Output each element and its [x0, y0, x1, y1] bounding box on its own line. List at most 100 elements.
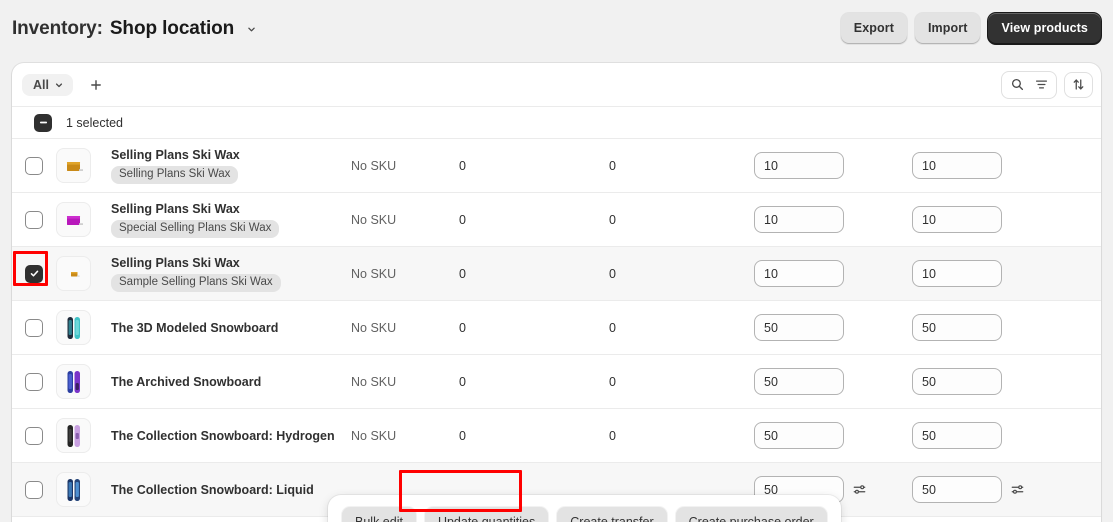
product-name: Selling Plans Ski Wax [111, 202, 240, 216]
variant-badge: Sample Selling Plans Ski Wax [111, 274, 281, 292]
on-hand-cell [912, 476, 1072, 503]
tab-bar: All [12, 63, 1101, 107]
unavailable-cell: 0 [459, 212, 466, 227]
on-hand-input[interactable] [912, 206, 1002, 233]
committed-cell: 0 [609, 428, 616, 443]
tab-bar-tools [1001, 70, 1093, 99]
on-hand-cell [912, 368, 1072, 395]
on-hand-input[interactable] [912, 152, 1002, 179]
sku-cell: No SKU [351, 212, 397, 227]
row-checkbox-cell [12, 264, 56, 283]
row-thumbnail-cell [56, 202, 98, 237]
on-hand-cell [912, 206, 1072, 233]
row-thumbnail-cell [56, 418, 98, 453]
row-thumbnail-cell [56, 256, 98, 291]
sku-cell: No SKU [351, 158, 397, 173]
export-button[interactable]: Export [840, 13, 907, 44]
row-checkbox[interactable] [25, 156, 43, 175]
table-row[interactable]: Selling Plans Ski Wax Special Selling Pl… [12, 193, 1101, 247]
row-thumbnail-cell [56, 148, 98, 183]
search-icon[interactable] [1006, 75, 1028, 95]
row-thumbnail-cell [56, 310, 98, 345]
row-checkbox[interactable] [25, 426, 43, 445]
row-checkbox[interactable] [25, 480, 43, 499]
product-thumbnail [56, 472, 91, 507]
table-row-selected[interactable]: Selling Plans Ski Wax Sample Selling Pla… [12, 247, 1101, 301]
committed-cell: 0 [609, 266, 616, 281]
product-name: The Collection Snowboard: Liquid [111, 482, 314, 497]
table-row[interactable]: The 3D Modeled Snowboard No SKU 0 0 [12, 301, 1101, 355]
page-title-location: Shop location [109, 17, 235, 39]
chevron-down-icon[interactable] [241, 19, 261, 39]
unavailable-cell: 0 [459, 428, 466, 443]
sort-arrows-icon[interactable] [1064, 71, 1093, 98]
on-hand-input[interactable] [912, 422, 1002, 449]
product-name: Selling Plans Ski Wax [111, 256, 240, 270]
chevron-down-icon[interactable] [53, 79, 65, 91]
adjust-sliders-icon[interactable] [852, 482, 867, 497]
row-title-cell: Selling Plans Ski Wax Sample Selling Pla… [98, 255, 351, 292]
row-title-cell: The Collection Snowboard: Liquid [98, 482, 351, 498]
row-checkbox[interactable] [25, 210, 43, 229]
row-thumbnail-cell [56, 364, 98, 399]
import-button[interactable]: Import [914, 13, 981, 44]
on-hand-input[interactable] [912, 260, 1002, 287]
page-header: Inventory: Shop location Export Import V… [0, 0, 1113, 57]
product-name: The 3D Modeled Snowboard [111, 320, 279, 335]
adjust-sliders-icon[interactable] [1010, 482, 1025, 497]
on-hand-input[interactable] [912, 476, 1002, 503]
committed-cell: 0 [609, 374, 616, 389]
on-hand-cell [912, 152, 1072, 179]
table-row[interactable]: Selling Plans Ski Wax Selling Plans Ski … [12, 139, 1101, 193]
available-input[interactable] [754, 422, 844, 449]
create-purchase-order-button[interactable]: Create purchase order [675, 507, 827, 522]
create-transfer-button[interactable]: Create transfer [557, 507, 667, 522]
table-row[interactable]: The Archived Snowboard No SKU 0 0 [12, 355, 1101, 409]
committed-cell: 0 [609, 212, 616, 227]
page-title: Inventory: Shop location [12, 17, 261, 40]
header-actions: Export Import View products [840, 13, 1101, 44]
available-cell [754, 368, 912, 395]
product-thumbnail [56, 310, 91, 345]
on-hand-input[interactable] [912, 314, 1002, 341]
available-input[interactable] [754, 368, 844, 395]
product-thumbnail [56, 418, 91, 453]
row-checkbox-checked[interactable] [25, 264, 43, 283]
inventory-page: Inventory: Shop location Export Import V… [0, 0, 1113, 522]
unavailable-cell: 0 [459, 320, 466, 335]
on-hand-input[interactable] [912, 368, 1002, 395]
row-checkbox[interactable] [25, 372, 43, 391]
row-title-cell: Selling Plans Ski Wax Special Selling Pl… [98, 201, 351, 238]
sku-cell: No SKU [351, 320, 397, 335]
view-products-button[interactable]: View products [988, 13, 1101, 44]
row-checkbox-cell [12, 372, 56, 391]
row-thumbnail-cell [56, 472, 98, 507]
product-thumbnail [56, 364, 91, 399]
selection-count-label: 1 selected [66, 115, 123, 130]
filter-icon[interactable] [1030, 75, 1052, 95]
bulk-edit-button[interactable]: Bulk edit [342, 507, 416, 522]
selection-bar: 1 selected [12, 107, 1101, 139]
table-row[interactable]: The Collection Snowboard: Hydrogen No SK… [12, 409, 1101, 463]
row-checkbox-cell [12, 156, 56, 175]
tab-all[interactable]: All [22, 73, 73, 96]
on-hand-cell [912, 314, 1072, 341]
row-title-cell: The 3D Modeled Snowboard [98, 320, 351, 336]
row-title-cell: The Archived Snowboard [98, 374, 351, 390]
bulk-action-bar: Bulk edit Update quantities Create trans… [328, 495, 841, 522]
update-quantities-button[interactable]: Update quantities [424, 507, 549, 522]
available-input[interactable] [754, 206, 844, 233]
search-filter-group [1001, 70, 1057, 99]
available-input[interactable] [754, 152, 844, 179]
available-cell [754, 260, 912, 287]
add-view-button[interactable] [83, 72, 109, 98]
available-cell [754, 422, 912, 449]
inventory-card: All 1 selected Selling Plans Ski Wax Sel… [12, 63, 1101, 522]
select-all-checkbox[interactable] [34, 113, 52, 132]
available-input[interactable] [754, 260, 844, 287]
row-checkbox[interactable] [25, 318, 43, 337]
row-checkbox-cell [12, 480, 56, 499]
sku-cell: No SKU [351, 266, 397, 281]
tab-all-label: All [33, 77, 49, 92]
available-input[interactable] [754, 314, 844, 341]
